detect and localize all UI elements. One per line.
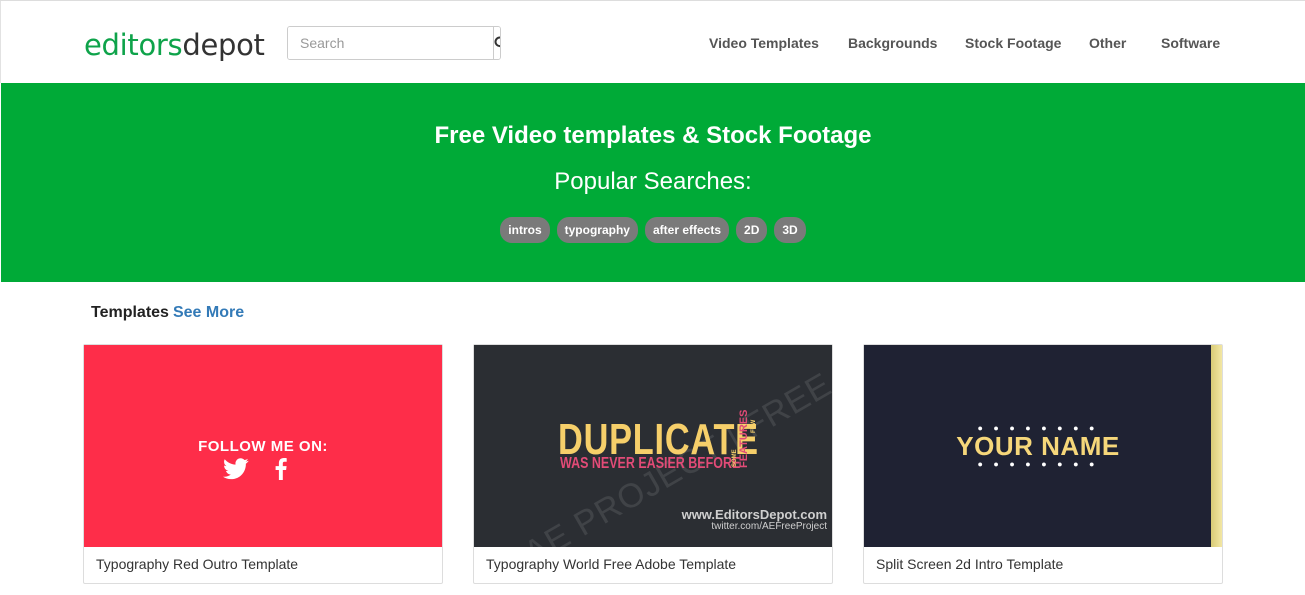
tag-intros[interactable]: intros [500,217,550,243]
nav-video-templates[interactable]: Video Templates [709,35,819,51]
tag-3d[interactable]: 3D [774,217,806,243]
search-box [287,26,501,60]
templates-heading: Templates See More [91,304,244,322]
template-title[interactable]: Typography Red Outro Template [96,556,298,572]
template-card[interactable]: AE PROJECT | FREE DUPLICATE WAS NEVER EA… [473,344,833,584]
thumb-side-text: FEATURES [738,409,750,468]
popular-searches-heading: Popular Searches: [554,168,752,195]
yellow-split-bar [1211,345,1222,547]
hero-title: Free Video templates & Stock Footage [434,122,872,149]
tag-2d[interactable]: 2D [736,217,768,243]
twitter-icon [223,458,249,480]
dots-bottom: ● ● ● ● ● ● ● ● [977,459,1099,469]
template-thumbnail[interactable]: ● ● ● ● ● ● ● ● YOUR NAME ● ● ● ● ● ● ● … [864,345,1222,547]
thumb-side-small: SOME [732,449,738,467]
thumb-site-url: www.EditorsDepot.com [681,507,827,522]
see-more-link[interactable]: See More [173,304,244,321]
search-icon [494,36,500,48]
template-title[interactable]: Typography World Free Adobe Template [486,556,736,572]
search-input[interactable] [288,27,493,59]
popular-search-tags: intros typography after effects 2D 3D [1,217,1305,243]
thumb-twitter-handle: twitter.com/AEFreeProject [711,521,827,532]
template-thumbnail[interactable]: AE PROJECT | FREE DUPLICATE WAS NEVER EA… [474,345,832,547]
logo-text-editors: editors [84,28,183,62]
site-logo[interactable]: editorsdepot [84,28,265,62]
nav-backgrounds[interactable]: Backgrounds [848,35,937,51]
facebook-icon [275,458,287,480]
site-header: editorsdepot Video Templates Backgrounds… [0,1,1305,83]
nav-stock-footage[interactable]: Stock Footage [965,35,1061,51]
tag-typography[interactable]: typography [556,217,638,243]
template-title[interactable]: Split Screen 2d Intro Template [876,556,1063,572]
thumb-text: YOUR NAME [956,431,1120,461]
template-card[interactable]: ● ● ● ● ● ● ● ● YOUR NAME ● ● ● ● ● ● ● … [863,344,1223,584]
thumb-subline: WAS NEVER EASIER BEFORE [560,455,741,472]
search-button[interactable] [493,27,500,59]
nav-software[interactable]: Software [1161,35,1220,51]
thumb-text: FOLLOW ME ON: [198,438,328,455]
thumb-side-small-2: FEW [751,419,757,433]
tag-after-effects[interactable]: after effects [644,217,730,243]
template-card[interactable]: FOLLOW ME ON: Typography Red Outro Templ… [83,344,443,584]
logo-text-depot: depot [182,28,265,62]
nav-other[interactable]: Other [1089,35,1126,51]
template-thumbnail[interactable]: FOLLOW ME ON: [84,345,442,547]
templates-title: Templates [91,304,169,321]
hero-banner: Free Video templates & Stock Footage Pop… [1,83,1305,282]
